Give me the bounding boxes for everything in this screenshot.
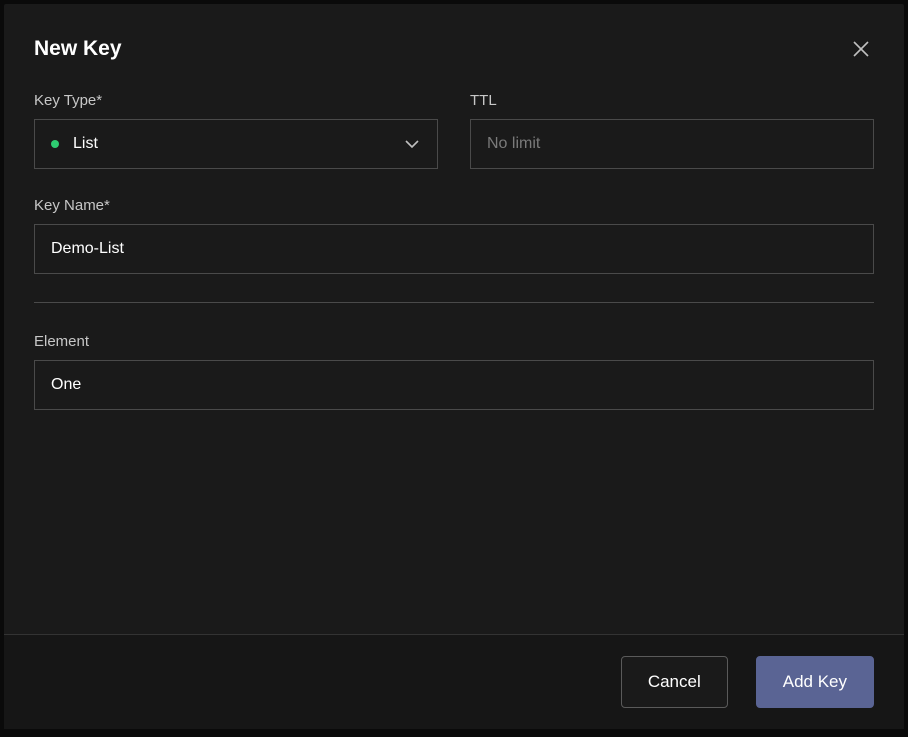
modal-body: Key Type* List TTL Key Name* Element <box>4 82 904 634</box>
field-element: Element <box>34 333 874 410</box>
field-key-type: Key Type* List <box>34 92 438 169</box>
modal-title: New Key <box>34 37 122 61</box>
ttl-label: TTL <box>470 92 874 109</box>
ttl-input[interactable] <box>470 119 874 169</box>
modal-footer: Cancel Add Key <box>4 634 904 729</box>
new-key-modal: New Key Key Type* List TTL <box>4 4 904 729</box>
key-name-input[interactable] <box>34 224 874 274</box>
chevron-down-icon <box>403 135 421 153</box>
key-type-value: List <box>73 135 403 153</box>
row-type-ttl: Key Type* List TTL <box>34 92 874 169</box>
element-input[interactable] <box>34 360 874 410</box>
modal-header: New Key <box>4 4 904 82</box>
close-icon <box>852 40 870 58</box>
close-button[interactable] <box>848 36 874 62</box>
field-key-name: Key Name* <box>34 197 874 274</box>
key-type-label: Key Type* <box>34 92 438 109</box>
divider <box>34 302 874 303</box>
element-label: Element <box>34 333 874 350</box>
key-type-select[interactable]: List <box>34 119 438 169</box>
field-ttl: TTL <box>470 92 874 169</box>
add-key-button[interactable]: Add Key <box>756 656 874 708</box>
key-type-dot-icon <box>51 140 59 148</box>
key-name-label: Key Name* <box>34 197 874 214</box>
cancel-button[interactable]: Cancel <box>621 656 728 708</box>
